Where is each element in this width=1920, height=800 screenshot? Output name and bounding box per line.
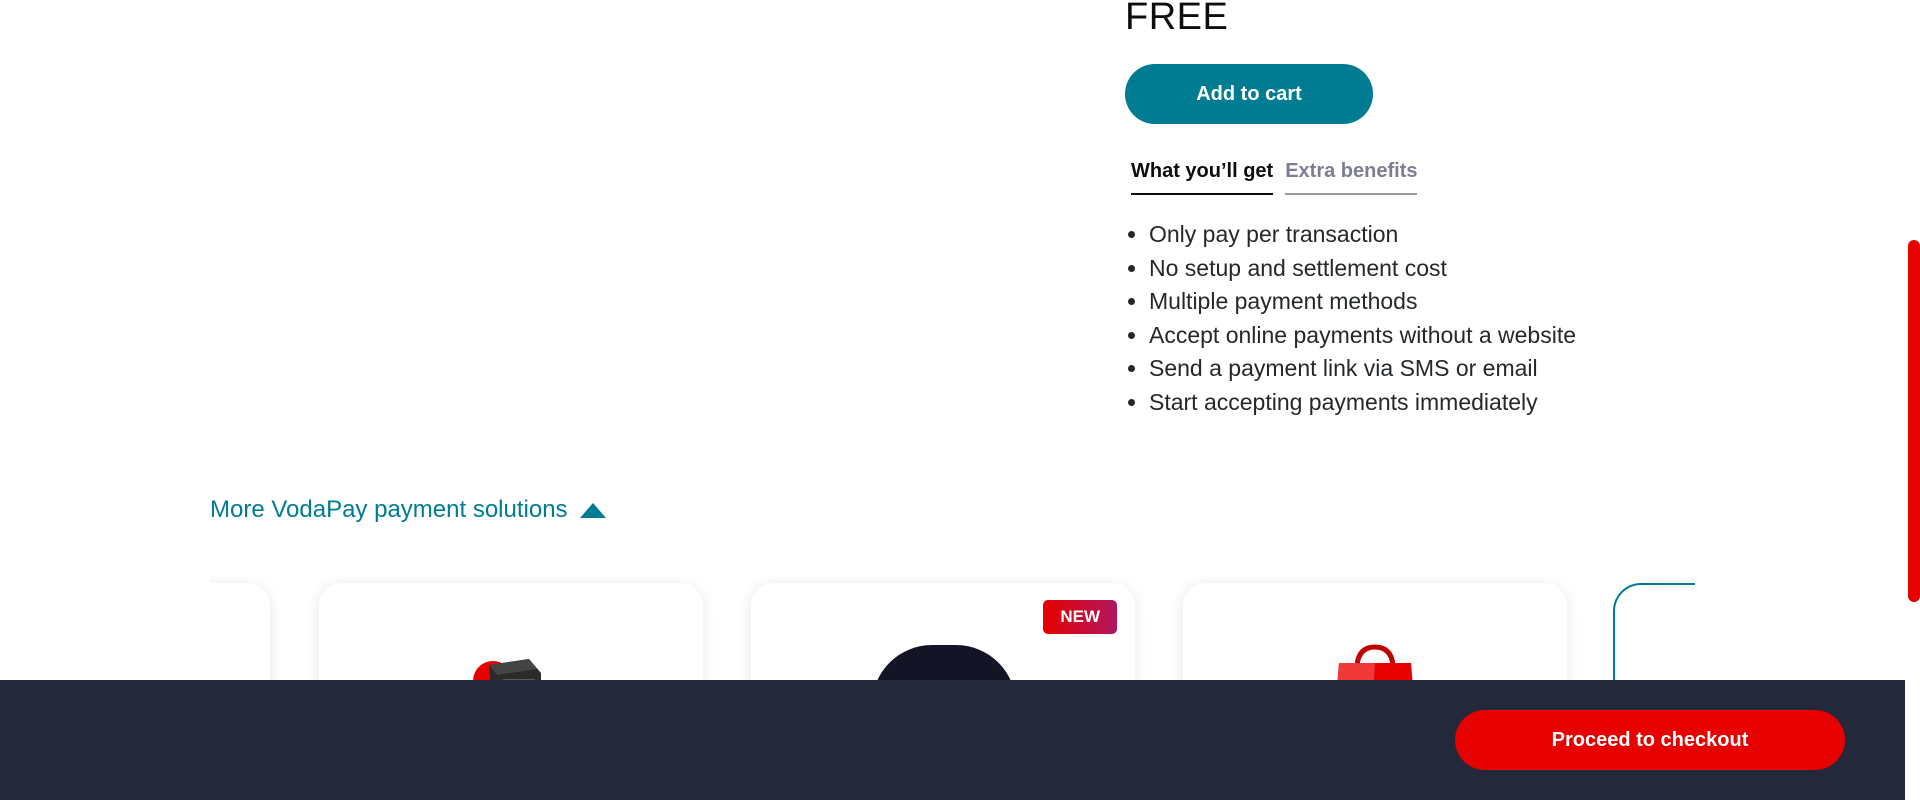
more-solutions-label: More VodaPay payment solutions — [210, 496, 568, 523]
list-item: Only pay per transaction — [1149, 218, 1576, 252]
list-item: Multiple payment methods — [1149, 285, 1576, 319]
tab-what-youll-get[interactable]: What you’ll get — [1131, 160, 1274, 195]
product-price: FREE — [1125, 0, 1229, 38]
new-badge: NEW — [1043, 600, 1117, 634]
triangle-up-icon — [579, 502, 606, 518]
list-item: No setup and settlement cost — [1149, 252, 1576, 286]
proceed-to-checkout-button[interactable]: Proceed to checkout — [1455, 710, 1845, 770]
list-item: Send a payment link via SMS or email — [1149, 352, 1576, 386]
more-solutions-toggle[interactable]: More VodaPay payment solutions — [210, 496, 606, 524]
add-to-cart-button[interactable]: Add to cart — [1125, 64, 1373, 124]
list-item: Start accepting payments immediately — [1149, 386, 1576, 420]
tab-extra-benefits[interactable]: Extra benefits — [1285, 160, 1418, 195]
benefit-tabs: What you’ll get Extra benefits — [1131, 160, 1418, 195]
benefits-list: Only pay per transaction No setup and se… — [1125, 218, 1576, 420]
scrollbar[interactable] — [1905, 0, 1920, 800]
checkout-footer: Proceed to checkout — [0, 680, 1905, 800]
list-item: Accept online payments without a website — [1149, 319, 1576, 353]
page: FREE Add to cart What you’ll get Extra b… — [0, 0, 1920, 800]
scrollbar-thumb[interactable] — [1908, 240, 1920, 602]
